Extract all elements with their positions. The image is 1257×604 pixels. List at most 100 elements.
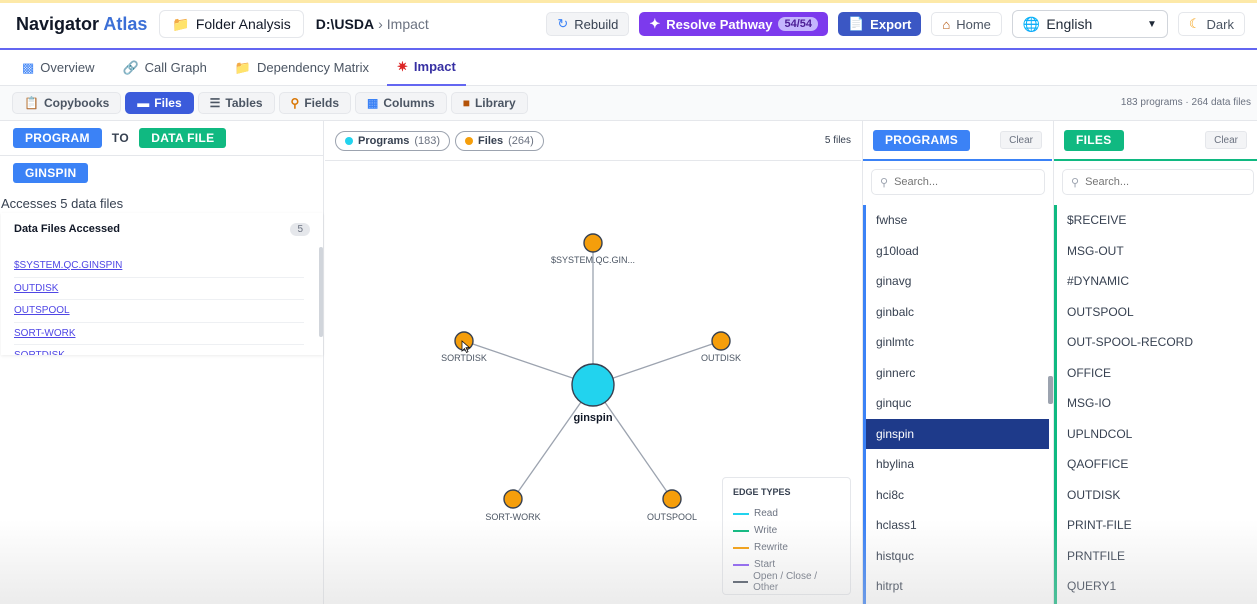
summary-text: 183 programs · 264 data files (1120, 97, 1251, 108)
data-file-link[interactable]: OUTSPOOL (14, 300, 304, 323)
programs-filter-pill[interactable]: Programs (183) (335, 130, 451, 151)
edge-type-row: Open / Close / Other (733, 571, 840, 593)
file-item[interactable]: QUERY1 (1057, 571, 1257, 602)
language-value: English (1046, 16, 1093, 32)
subtab-fields[interactable]: ⚲ Fields (278, 92, 352, 114)
folder-analysis-label: Folder Analysis (195, 16, 291, 32)
program-item[interactable]: hbylina (866, 449, 1049, 480)
data-file-link[interactable]: SORT-WORK (14, 323, 304, 345)
breadcrumb: D:\USDA › Impact (316, 16, 429, 32)
file-item[interactable]: MSG-IO (1057, 388, 1257, 419)
edge-type-label: Start (754, 559, 776, 570)
subtab-library[interactable]: ■ Library (450, 92, 528, 114)
card-count-badge: 5 (290, 222, 310, 236)
accesses-text: Accesses 5 data files (1, 196, 124, 211)
resolve-pathway-button[interactable]: ✦ Resolve Pathway 54/54 (639, 12, 828, 36)
export-button[interactable]: 📄 Export (837, 12, 922, 36)
resolve-pathway-label: Resolve Pathway (666, 16, 773, 32)
tab-dependency-matrix-label: Dependency Matrix (257, 60, 369, 75)
file-item[interactable]: MSG-OUT (1057, 236, 1257, 267)
files-title: FILES (1064, 129, 1124, 151)
chart-icon: ▩ (22, 59, 35, 75)
programs-search-input[interactable] (894, 176, 1035, 188)
card-scrollbar[interactable] (319, 247, 323, 337)
selected-program-chip[interactable]: GINSPIN (13, 163, 89, 183)
programs-search[interactable]: ⚲ (871, 169, 1045, 195)
key-icon: ⚲ (290, 96, 300, 110)
edge-type-label: Read (754, 508, 778, 519)
resolve-count-badge: 54/54 (778, 17, 818, 31)
chevron-down-icon: ▼ (1146, 18, 1157, 30)
file-item[interactable]: $RECEIVE (1057, 205, 1257, 236)
tab-call-graph[interactable]: 🔗 Call Graph (112, 50, 216, 86)
program-item[interactable]: hci8c (866, 480, 1049, 511)
program-item[interactable]: ginquc (866, 388, 1049, 419)
file-item[interactable]: PRNTFILE (1057, 541, 1257, 572)
edge-type-row: Write (733, 522, 840, 539)
language-select[interactable]: 🌐 English ▼ (1011, 10, 1168, 38)
data-file-link[interactable]: $SYSTEM.QC.GINSPIN (14, 255, 304, 278)
program-item[interactable]: g10load (866, 236, 1049, 267)
files-clear-button[interactable]: Clear (1205, 131, 1247, 149)
program-item[interactable]: ginavg (866, 266, 1049, 297)
program-item[interactable]: fwhse (866, 205, 1049, 236)
program-item[interactable]: ginlmtc (866, 327, 1049, 358)
from-type-tag[interactable]: PROGRAM (13, 128, 102, 148)
subtab-files[interactable]: ▬ Files (125, 92, 194, 114)
edge-swatch (733, 563, 749, 566)
edge-swatch (733, 580, 749, 583)
clipboard-icon: 📋 (24, 96, 39, 110)
dark-mode-button[interactable]: ☾ Dark (1177, 12, 1245, 36)
programs-clear-button[interactable]: Clear (1000, 131, 1042, 149)
file-item[interactable]: PRINT-FILE (1057, 510, 1257, 541)
burst-icon: ✷ (397, 58, 408, 74)
sub-tabs: 📋 Copybooks ▬ Files ☰ Tables ⚲ Fields ▦ Colum… (0, 86, 1257, 121)
to-type-tag[interactable]: DATA FILE (139, 128, 227, 148)
search-icon: ⚲ (880, 176, 889, 189)
tab-overview[interactable]: ▩ Overview (12, 50, 104, 86)
program-item-selected[interactable]: ginspin (866, 418, 1049, 449)
data-file-link[interactable]: OUTDISK (14, 278, 304, 300)
file-item[interactable]: QAOFFICE (1057, 449, 1257, 480)
file-item[interactable]: OUT-SPOOL-RECORD (1057, 327, 1257, 358)
node-label: SORTDISK (441, 353, 487, 363)
folder-analysis-button[interactable]: 📁 Folder Analysis (159, 10, 304, 38)
edge-types-title: EDGE TYPES (733, 487, 791, 497)
home-button[interactable]: ⌂ Home (931, 12, 1002, 36)
subtab-columns[interactable]: ▦ Columns (355, 92, 447, 114)
program-item[interactable]: ginnerc (866, 358, 1049, 389)
file-item[interactable]: OUTDISK (1057, 480, 1257, 511)
data-file-link[interactable]: SORTDISK (14, 345, 304, 355)
file-item[interactable]: OUTSPOOL (1057, 297, 1257, 328)
edge-type-label: Rewrite (754, 542, 788, 553)
brand-logo[interactable]: Navigator Atlas (16, 14, 147, 35)
tab-impact[interactable]: ✷ Impact (387, 50, 466, 86)
subtab-copybooks[interactable]: 📋 Copybooks (12, 92, 122, 114)
impact-path-panel: PROGRAM TO DATA FILE GINSPIN Accesses 5 … (0, 121, 324, 604)
program-item[interactable]: hitrpt (866, 571, 1049, 602)
rebuild-button[interactable]: ↻ Rebuild (546, 12, 630, 36)
programs-column: PROGRAMS Clear ⚲ fwhse g10load ginavg gi… (862, 121, 1053, 604)
edge-type-row: Rewrite (733, 539, 840, 556)
node-label: $SYSTEM.QC.GIN... (551, 255, 635, 265)
files-search-input[interactable] (1085, 176, 1226, 188)
file-item[interactable]: #DYNAMIC (1057, 266, 1257, 297)
data-file-list: $SYSTEM.QC.GINSPIN OUTDISK OUTSPOOL SORT… (1, 255, 311, 355)
main-tabs: ▩ Overview 🔗 Call Graph 📁 Dependency Mat… (0, 50, 1257, 86)
file-node (503, 489, 523, 509)
subtab-tables[interactable]: ☰ Tables (197, 92, 275, 114)
file-item[interactable]: OFFICE (1057, 358, 1257, 389)
files-search[interactable]: ⚲ (1062, 169, 1254, 195)
program-item[interactable]: hclass1 (866, 510, 1049, 541)
file-item[interactable]: UPLNDCOL (1057, 419, 1257, 450)
breadcrumb-root[interactable]: D:\USDA (316, 16, 374, 32)
program-item[interactable]: histquc (866, 541, 1049, 572)
files-filter-pill[interactable]: Files (264) (455, 130, 544, 151)
tab-dependency-matrix[interactable]: 📁 Dependency Matrix (225, 50, 379, 86)
program-item[interactable]: ginbalc (866, 297, 1049, 328)
file-dot-icon (465, 136, 474, 145)
files-filter-count: (264) (508, 134, 534, 147)
export-label: Export (870, 16, 912, 32)
subtab-copybooks-label: Copybooks (43, 96, 110, 110)
subtab-fields-label: Fields (304, 96, 340, 110)
